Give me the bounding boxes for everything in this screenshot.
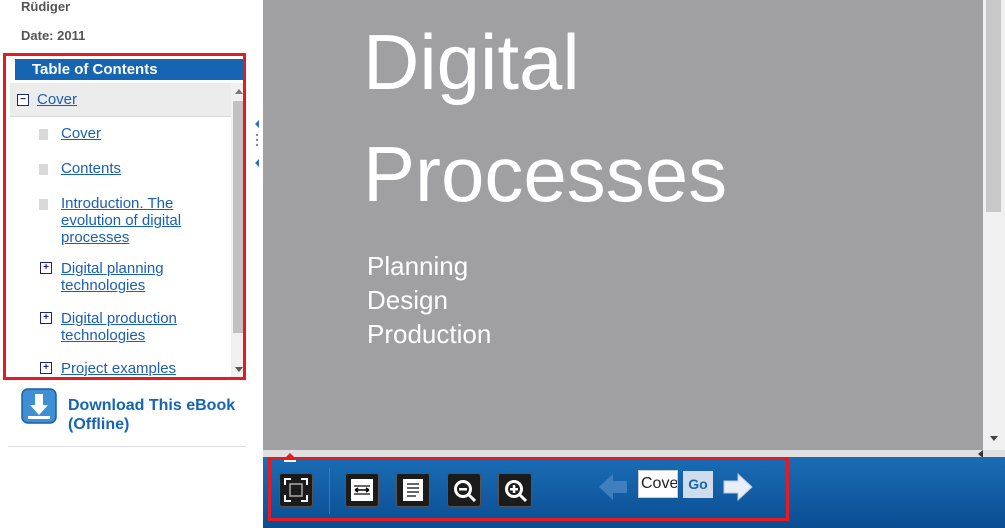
toc-root-link[interactable]: Cover (37, 91, 77, 108)
toc-item-line: Introduction. The (61, 195, 174, 212)
page-icon (39, 199, 48, 210)
scroll-up-icon[interactable] (235, 89, 243, 94)
book-title-line: Processes (363, 130, 728, 218)
download-icon[interactable] (21, 388, 57, 424)
table-of-contents: Table of Contents − Cover Cover Contents… (3, 53, 246, 380)
book-subtitle-line: Production (367, 319, 492, 349)
book-subtitle-line: Design (367, 285, 448, 315)
toc-item-contents[interactable]: Contents (61, 160, 121, 177)
date-label: Date: 2011 (21, 28, 86, 43)
scroll-down-icon[interactable] (990, 436, 998, 441)
toc-item-digital-production[interactable]: Digital production technologies (61, 310, 177, 344)
toc-item-line: Digital production (61, 310, 177, 327)
sidebar: Rüdiger Date: 2011 Table of Contents − C… (0, 0, 259, 528)
expand-icon[interactable]: + (40, 262, 52, 274)
download-line: (Offline) (68, 416, 130, 433)
viewer-scroll-thumb[interactable] (986, 0, 1001, 212)
toc-item-line: evolution of digital (61, 212, 182, 229)
toc-item-line: technologies (61, 327, 146, 344)
toolbar-highlight-frame (268, 457, 789, 521)
viewer-vertical-scrollbar[interactable] (983, 0, 1005, 450)
toc-root-item[interactable]: − Cover (10, 83, 231, 117)
download-line: Download This eBook (68, 397, 236, 414)
toc-item-line: technologies (61, 277, 146, 294)
book-title-line: Digital (363, 18, 580, 106)
toc-item-line: Digital planning (61, 260, 164, 277)
toc-item-cover[interactable]: Cover (61, 125, 101, 142)
download-ebook-link[interactable]: Download This eBook (Offline) (68, 396, 248, 434)
expand-icon[interactable]: + (40, 362, 52, 374)
toc-scroll-thumb[interactable] (233, 101, 243, 333)
page-icon (39, 164, 48, 175)
expand-icon[interactable]: + (40, 312, 52, 324)
toc-item-line: processes (61, 229, 130, 246)
toc-item-project-examples[interactable]: Project examples (61, 360, 176, 377)
page-icon (39, 129, 48, 140)
toc-scrollbar[interactable] (231, 83, 243, 377)
divider (8, 446, 246, 447)
author-label: Rüdiger (21, 0, 71, 14)
scroll-down-icon[interactable] (235, 367, 243, 372)
sidebar-splitter[interactable] (252, 110, 262, 170)
book-subtitle-line: Planning (367, 251, 469, 281)
collapse-icon[interactable]: − (17, 94, 29, 106)
toc-header: Table of Contents (15, 59, 243, 80)
toc-item-introduction[interactable]: Introduction. The evolution of digital p… (61, 195, 181, 246)
toc-item-digital-planning[interactable]: Digital planning technologies (61, 260, 164, 294)
